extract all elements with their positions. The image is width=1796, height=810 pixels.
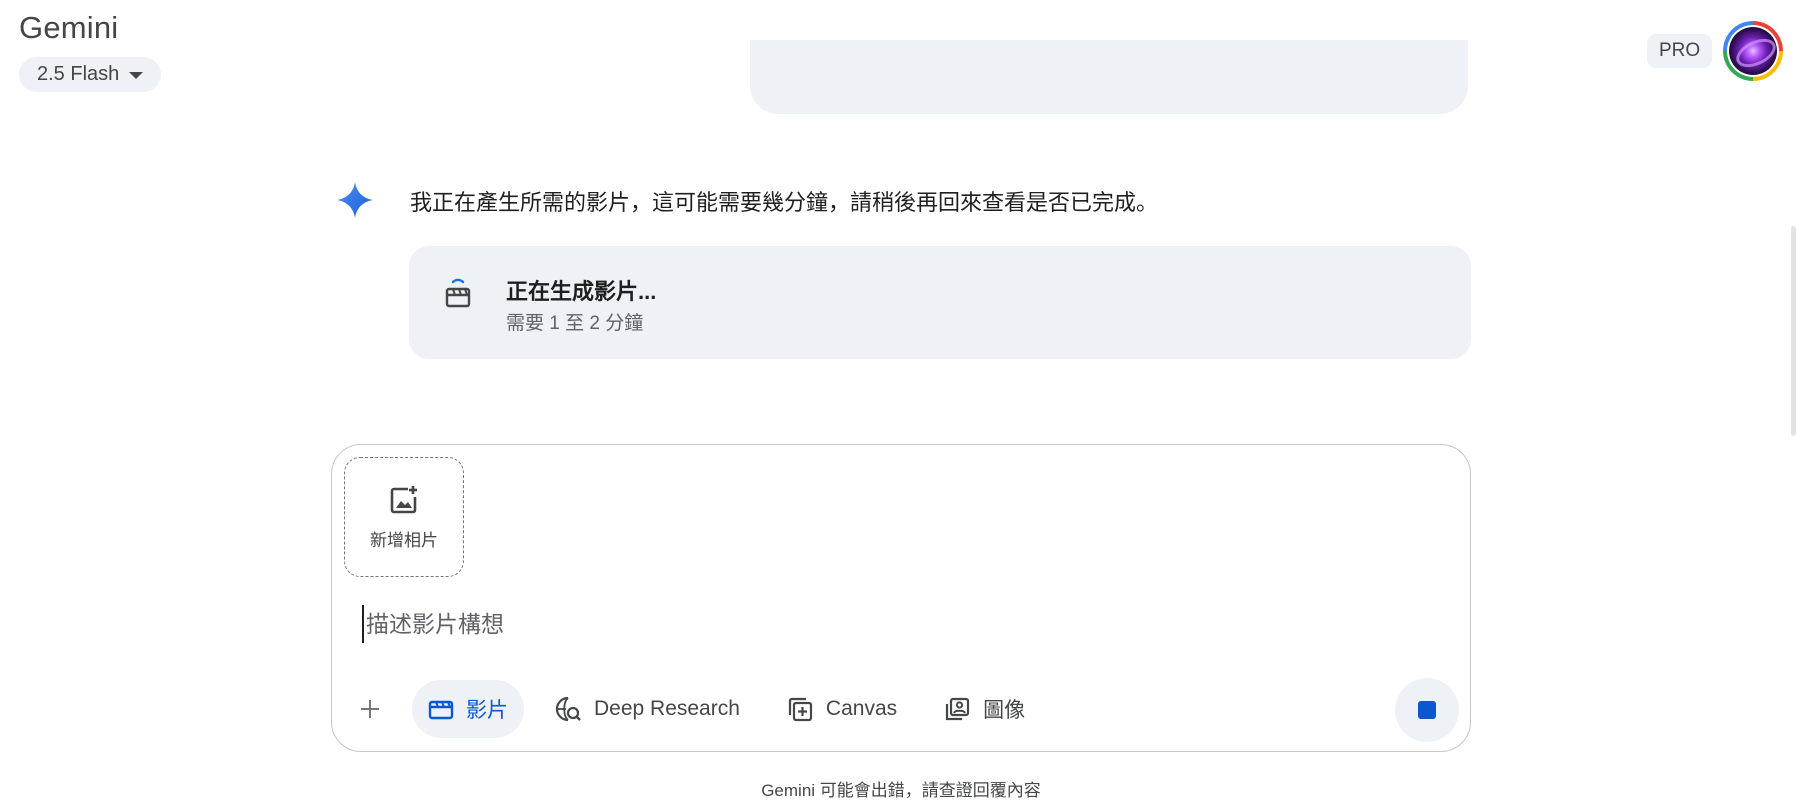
stop-icon — [1418, 701, 1436, 719]
composer-toolbar: 影片 Deep Research Canvas 圖像 — [350, 679, 1055, 739]
prompt-composer: 新增相片 影片 — [331, 444, 1471, 752]
previous-user-message-bubble — [750, 40, 1468, 114]
plan-badge[interactable]: PRO — [1647, 34, 1713, 68]
tool-image-label: 圖像 — [983, 699, 1026, 722]
add-content-button[interactable] — [350, 689, 390, 729]
tool-deep-research-label: Deep Research — [594, 697, 740, 720]
plus-icon — [361, 700, 379, 718]
video-card-title: 正在生成影片... — [506, 279, 657, 304]
app-title[interactable]: Gemini — [19, 10, 118, 46]
tool-canvas-label: Canvas — [825, 697, 898, 720]
model-label: 2.5 Flash — [37, 63, 120, 85]
avatar-frame — [1727, 25, 1779, 77]
tool-video-label: 影片 — [466, 699, 508, 722]
tool-video-button[interactable]: 影片 — [412, 680, 524, 738]
tool-image-button[interactable]: 圖像 — [927, 680, 1041, 738]
add-image-icon — [390, 485, 417, 513]
video-card-subtitle: 需要 1 至 2 分鐘 — [506, 313, 644, 334]
prompt-input[interactable] — [362, 605, 1268, 643]
response-text: 我正在產生所需的影片，這可能需要幾分鐘，請稍後再回來查看是否已完成。 — [410, 190, 1159, 215]
gemini-sparkle-icon — [337, 182, 373, 218]
tool-canvas-button[interactable]: Canvas — [770, 680, 913, 738]
canvas-add-icon — [788, 697, 813, 722]
disclaimer-text: Gemini 可能會出錯，請查證回覆內容 — [761, 781, 1041, 800]
video-generation-card: 正在生成影片... 需要 1 至 2 分鐘 — [409, 246, 1471, 359]
add-photo-button[interactable]: 新增相片 — [344, 457, 464, 577]
caret-down-icon — [129, 72, 144, 79]
stop-generation-button[interactable] — [1395, 678, 1459, 742]
avatar — [1729, 27, 1777, 75]
loading-clapperboard-icon — [445, 278, 471, 308]
model-picker-button[interactable]: 2.5 Flash — [19, 57, 162, 92]
tool-deep-research-button[interactable]: Deep Research — [538, 680, 756, 738]
clapperboard-icon — [428, 700, 454, 720]
image-library-icon — [946, 697, 970, 721]
globe-search-icon — [555, 696, 581, 722]
scrollbar-thumb[interactable] — [1791, 226, 1796, 436]
account-avatar-button[interactable] — [1723, 21, 1783, 81]
add-photo-label: 新增相片 — [370, 530, 438, 550]
